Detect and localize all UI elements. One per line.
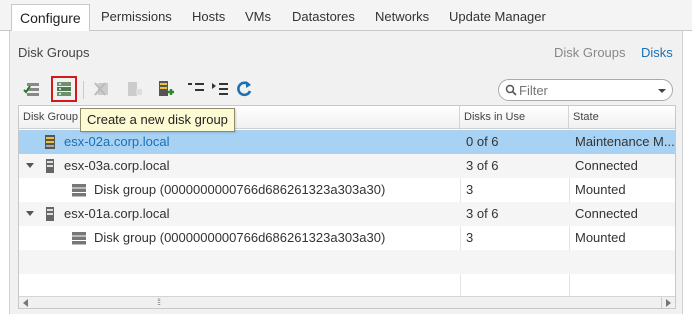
- tab-permissions[interactable]: Permissions: [94, 5, 179, 31]
- host-icon: [42, 134, 58, 150]
- tab-bar: Configure Permissions Hosts VMs Datastor…: [0, 0, 692, 32]
- claim-disks-icon[interactable]: [22, 79, 42, 99]
- table-row[interactable]: Disk group (0000000000766d686261323a303a…: [19, 178, 675, 202]
- link-disks[interactable]: Disks: [641, 45, 673, 60]
- scroll-grip-icon[interactable]: ⁞⁞: [157, 297, 161, 307]
- tab-hosts[interactable]: Hosts: [185, 5, 232, 31]
- column-header-state[interactable]: State: [569, 106, 675, 129]
- disk-groups-grid: Disk Group Disks in Use State esx-02a.co…: [18, 105, 676, 309]
- disks-in-use: 3: [466, 230, 474, 245]
- expand-toggle-icon[interactable]: [26, 163, 34, 168]
- host-icon: [42, 158, 58, 174]
- host-icon: [42, 206, 58, 222]
- filter-box[interactable]: [498, 79, 673, 101]
- state: Maintenance M...: [575, 134, 675, 149]
- tab-networks[interactable]: Networks: [368, 5, 436, 31]
- host-name[interactable]: esx-02a.corp.local: [64, 130, 454, 154]
- expand-toggle-icon[interactable]: [26, 211, 34, 216]
- disks-in-use: 3: [466, 182, 474, 197]
- disks-in-use: 3 of 6: [466, 158, 499, 173]
- remove-disk-group-icon[interactable]: [92, 79, 112, 99]
- table-row-empty: [19, 250, 675, 274]
- tab-datastores[interactable]: Datastores: [285, 5, 362, 31]
- table-row[interactable]: Disk group (0000000000766d686261323a303a…: [19, 226, 675, 250]
- host-add-icon[interactable]: [155, 79, 175, 99]
- horizontal-scrollbar[interactable]: ⁞⁞: [19, 296, 675, 308]
- disk-group-name[interactable]: Disk group (0000000000766d686261323a303a…: [94, 226, 454, 250]
- tab-configure[interactable]: Configure: [11, 4, 90, 32]
- link-disk-groups[interactable]: Disk Groups: [554, 45, 626, 60]
- tab-update-manager[interactable]: Update Manager: [442, 5, 553, 31]
- disk-group-icon: [71, 182, 87, 198]
- state: Mounted: [575, 230, 626, 245]
- add-disk-icon[interactable]: [124, 79, 144, 99]
- disk-groups-panel: Disk Groups Disk Groups Disks Disk Group…: [9, 31, 683, 314]
- state: Connected: [575, 158, 638, 173]
- disk-group-icon: [71, 230, 87, 246]
- table-row[interactable]: esx-01a.corp.local 3 of 6 Connected: [19, 202, 675, 226]
- tooltip: Create a new disk group: [80, 108, 235, 132]
- refresh-icon[interactable]: [234, 79, 254, 99]
- collapse-all-icon[interactable]: [186, 79, 206, 99]
- state: Mounted: [575, 182, 626, 197]
- column-header-disks-in-use[interactable]: Disks in Use: [460, 106, 569, 129]
- disks-in-use: 0 of 6: [466, 134, 499, 149]
- host-name[interactable]: esx-01a.corp.local: [64, 202, 454, 226]
- table-row[interactable]: esx-03a.corp.local 3 of 6 Connected: [19, 154, 675, 178]
- toolbar-separator: [83, 81, 84, 99]
- filter-input[interactable]: [519, 82, 649, 98]
- scroll-right-button[interactable]: [661, 297, 675, 308]
- panel-title: Disk Groups: [18, 45, 90, 60]
- tab-vms[interactable]: VMs: [238, 5, 278, 31]
- disk-group-name[interactable]: Disk group (0000000000766d686261323a303a…: [94, 178, 454, 202]
- scroll-left-icon[interactable]: [23, 299, 28, 307]
- search-icon: [505, 84, 517, 96]
- host-name[interactable]: esx-03a.corp.local: [64, 154, 454, 178]
- scroll-right-icon[interactable]: [666, 299, 671, 307]
- create-disk-group-icon[interactable]: [51, 76, 77, 102]
- chevron-down-icon[interactable]: [658, 89, 666, 93]
- state: Connected: [575, 206, 638, 221]
- table-row[interactable]: esx-02a.corp.local 0 of 6 Maintenance M.…: [19, 130, 675, 154]
- expand-all-icon[interactable]: [210, 79, 230, 99]
- disks-in-use: 3 of 6: [466, 206, 499, 221]
